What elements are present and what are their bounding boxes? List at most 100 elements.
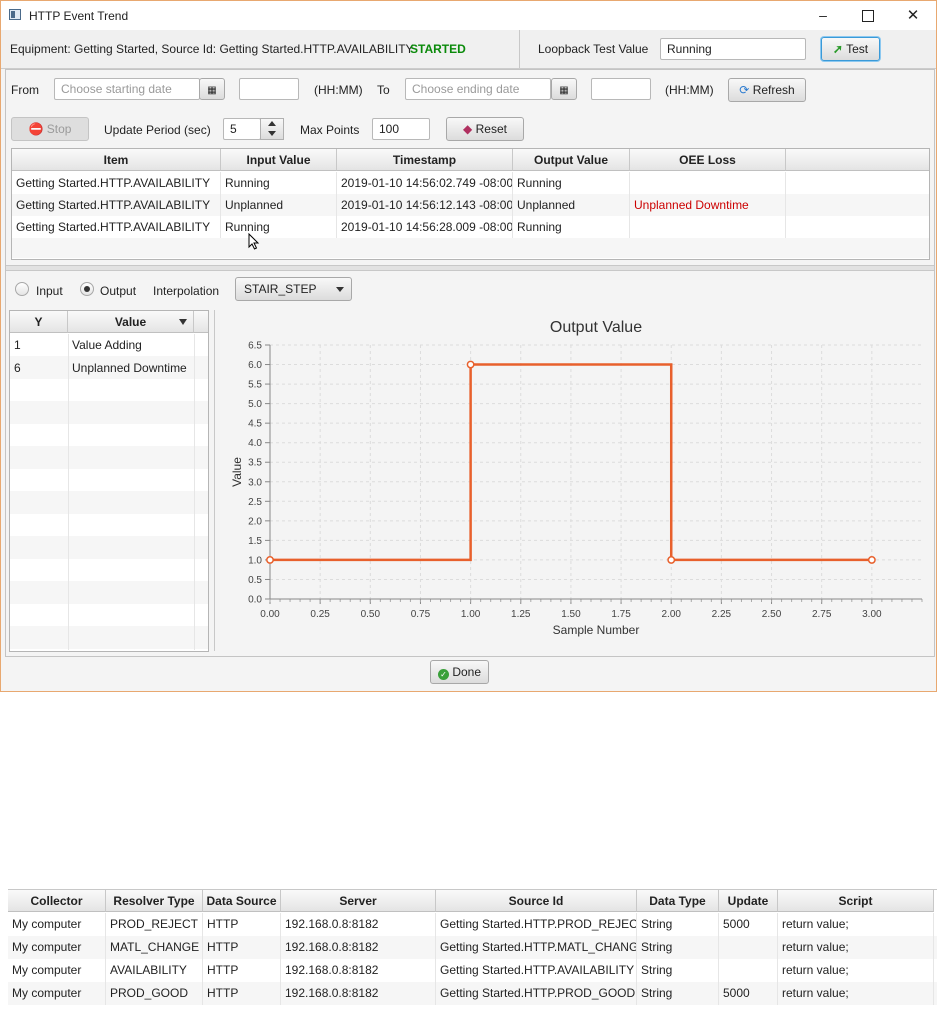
data-type-cell: String <box>637 959 719 982</box>
update-period-input[interactable]: 5 <box>223 118 261 140</box>
spinner-down-icon[interactable] <box>268 131 276 136</box>
source-id-cell: Getting Started.HTTP.MATL_CHANGE <box>436 936 637 959</box>
end-date-input[interactable]: Choose ending date <box>405 78 551 100</box>
maximize-button[interactable] <box>846 3 890 28</box>
splitter[interactable] <box>6 265 934 271</box>
y-tick-label: 3.5 <box>248 458 262 469</box>
update-period-spinner[interactable] <box>260 118 284 140</box>
update-cell: 5000 <box>719 913 778 936</box>
item-cell: Getting Started.HTTP.AVAILABILITY <box>12 216 221 238</box>
column-header-data-type[interactable]: Data Type <box>637 890 719 912</box>
column-header-input-value[interactable]: Input Value <box>221 149 337 171</box>
input-radio[interactable] <box>15 282 29 296</box>
x-tick-label: 2.00 <box>661 609 681 620</box>
x-tick-label: 2.25 <box>712 609 732 620</box>
minimize-button[interactable]: – <box>801 3 845 28</box>
column-header-script[interactable]: Script <box>778 890 934 912</box>
input-radio-label: Input <box>36 284 63 298</box>
table-row[interactable]: Getting Started.HTTP.AVAILABILITY Unplan… <box>12 194 929 216</box>
column-header-value[interactable]: Value <box>68 311 194 333</box>
table-row[interactable]: Getting Started.HTTP.AVAILABILITY Runnin… <box>12 172 929 194</box>
table-row[interactable]: 1 Value Adding <box>10 334 208 356</box>
sort-descending-icon[interactable] <box>179 319 187 325</box>
calendar-icon: ▦ <box>559 85 569 96</box>
x-tick-label: 0.00 <box>260 609 280 620</box>
table-row[interactable]: 6 Unplanned Downtime <box>10 357 208 379</box>
data-source-cell: HTTP <box>203 936 281 959</box>
table-row[interactable]: My computer PROD_REJECT HTTP 192.168.0.8:81… <box>8 913 937 936</box>
value-cell: Unplanned Downtime <box>72 361 187 375</box>
column-header-update[interactable]: Update <box>719 890 778 912</box>
collector-cell: My computer <box>8 936 106 959</box>
server-cell: 192.168.0.8:8182 <box>281 959 436 982</box>
start-time-input[interactable] <box>239 78 299 100</box>
test-button[interactable]: ➚ Test <box>821 37 880 61</box>
stop-button[interactable]: ⛔ Stop <box>11 117 89 141</box>
script-cell: return value; <box>778 959 934 982</box>
start-date-picker-button[interactable]: ▦ <box>199 78 225 100</box>
resolver-type-cell: AVAILABILITY <box>106 959 203 982</box>
column-header-timestamp[interactable]: Timestamp <box>337 149 513 171</box>
value-cell: Value Adding <box>72 338 142 352</box>
column-header-value-label: Value <box>114 315 147 329</box>
column-header-data-source[interactable]: Data Source <box>203 890 281 912</box>
server-cell: 192.168.0.8:8182 <box>281 913 436 936</box>
y-cell: 6 <box>14 361 21 375</box>
column-header-collector[interactable]: Collector <box>8 890 106 912</box>
timestamp-cell: 2019-01-10 14:56:02.749 -08:00 <box>337 172 513 194</box>
output-radio[interactable] <box>80 282 94 296</box>
loopback-value-input[interactable]: Running <box>660 38 806 60</box>
column-header-server[interactable]: Server <box>281 890 436 912</box>
status-badge: STARTED <box>410 42 466 56</box>
interpolation-select[interactable]: STAIR_STEP <box>235 277 352 301</box>
source-id-cell: Getting Started.HTTP.AVAILABILITY <box>436 959 637 982</box>
table-row[interactable]: Getting Started.HTTP.AVAILABILITY Runnin… <box>12 216 929 238</box>
collectors-table: Collector Resolver Type Data Source Serv… <box>8 889 937 1010</box>
refresh-button[interactable]: ⟳ Refresh <box>728 78 806 102</box>
x-tick-label: 0.25 <box>310 609 330 620</box>
column-header-output-value[interactable]: Output Value <box>513 149 630 171</box>
column-header-source-id[interactable]: Source Id <box>436 890 637 912</box>
info-divider <box>519 30 520 68</box>
x-tick-label: 2.75 <box>812 609 832 620</box>
data-type-cell: String <box>637 913 719 936</box>
done-button[interactable]: ✓ Done <box>430 660 489 684</box>
end-date-picker-button[interactable]: ▦ <box>551 78 577 100</box>
server-cell: 192.168.0.8:8182 <box>281 936 436 959</box>
column-header-item[interactable]: Item <box>12 149 221 171</box>
column-header-resolver-type[interactable]: Resolver Type <box>106 890 203 912</box>
x-tick-label: 1.75 <box>611 609 631 620</box>
y-tick-label: 1.0 <box>248 555 262 566</box>
x-tick-label: 1.50 <box>561 609 581 620</box>
timestamp-cell: 2019-01-10 14:56:28.009 -08:00 <box>337 216 513 238</box>
data-type-cell: String <box>637 936 719 959</box>
output-value-cell: Running <box>513 216 630 238</box>
data-point <box>867 555 876 564</box>
refresh-button-label: Refresh <box>752 83 795 97</box>
y-tick-label: 5.0 <box>248 399 262 410</box>
spinner-up-icon[interactable] <box>268 121 276 126</box>
x-tick-label: 3.00 <box>862 609 882 620</box>
column-header-y[interactable]: Y <box>10 311 68 333</box>
column-header-oee-loss[interactable]: OEE Loss <box>630 149 786 171</box>
table-row[interactable]: My computer AVAILABILITY HTTP 192.168.0.8:8… <box>8 959 937 982</box>
reset-button[interactable]: ◆ Reset <box>446 117 524 141</box>
timestamp-cell: 2019-01-10 14:56:12.143 -08:00 <box>337 194 513 216</box>
oee-loss-cell <box>630 216 786 238</box>
close-button[interactable]: ✕ <box>891 3 935 28</box>
server-cell: 192.168.0.8:8182 <box>281 982 436 1005</box>
table-row[interactable]: My computer MATL_CHANGE HTTP 192.168.0.8:81… <box>8 936 937 959</box>
start-date-input[interactable]: Choose starting date <box>54 78 200 100</box>
y-tick-label: 2.0 <box>248 516 262 527</box>
max-points-input[interactable]: 100 <box>372 118 430 140</box>
end-time-input[interactable] <box>591 78 651 100</box>
column-header-filler <box>194 311 208 333</box>
item-cell: Getting Started.HTTP.AVAILABILITY <box>12 194 221 216</box>
source-id-cell: Getting Started.HTTP.PROD_REJECT <box>436 913 637 936</box>
http-event-trend-window: HTTP Event Trend – ✕ Equipment: Getting … <box>0 0 937 692</box>
reset-icon: ◆ <box>463 122 473 136</box>
end-time-format-label: (HH:MM) <box>665 83 714 97</box>
collector-cell: My computer <box>8 982 106 1005</box>
table-row[interactable]: My computer PROD_GOOD HTTP 192.168.0.8:8182… <box>8 982 937 1005</box>
x-tick-label: 0.50 <box>361 609 381 620</box>
